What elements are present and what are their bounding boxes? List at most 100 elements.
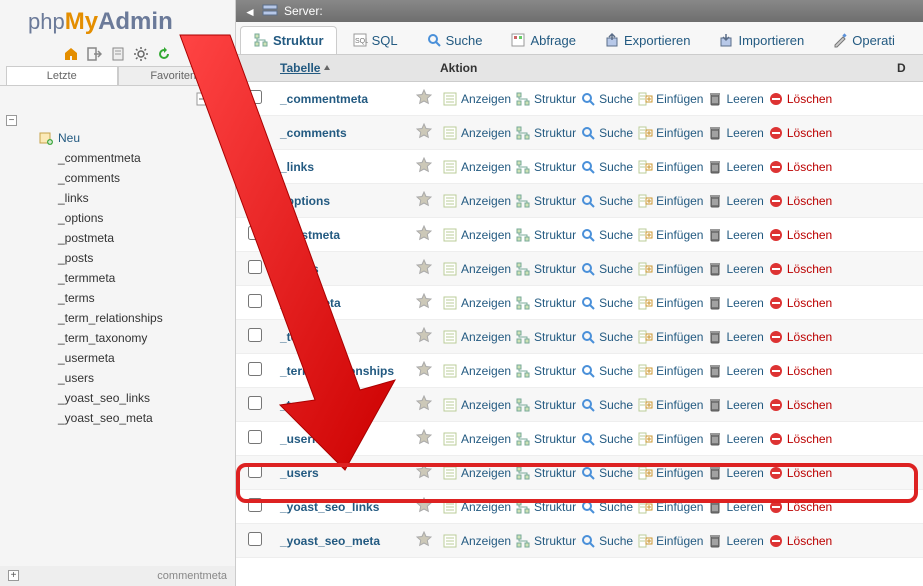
row-checkbox[interactable] <box>248 158 262 172</box>
row-checkbox[interactable] <box>248 294 262 308</box>
action-anzeigen[interactable]: Anzeigen <box>442 465 511 481</box>
favorite-star[interactable] <box>416 361 438 380</box>
action-struktur[interactable]: Struktur <box>515 329 576 345</box>
action-einfuegen[interactable]: Einfügen <box>637 125 703 141</box>
action-anzeigen[interactable]: Anzeigen <box>442 91 511 107</box>
favorite-star[interactable] <box>416 293 438 312</box>
action-leeren[interactable]: Leeren <box>707 397 763 413</box>
action-leeren[interactable]: Leeren <box>707 261 763 277</box>
tab-operati[interactable]: Operati <box>819 26 908 54</box>
favorite-star[interactable] <box>416 123 438 142</box>
row-checkbox[interactable] <box>248 430 262 444</box>
action-loeschen[interactable]: Löschen <box>768 261 832 277</box>
action-struktur[interactable]: Struktur <box>515 431 576 447</box>
action-anzeigen[interactable]: Anzeigen <box>442 329 511 345</box>
row-checkbox[interactable] <box>248 532 262 546</box>
action-leeren[interactable]: Leeren <box>707 465 763 481</box>
table-link[interactable]: _term_relationships <box>280 364 394 378</box>
action-suche[interactable]: Suche <box>580 533 633 549</box>
action-suche[interactable]: Suche <box>580 363 633 379</box>
action-loeschen[interactable]: Löschen <box>768 499 832 515</box>
action-suche[interactable]: Suche <box>580 159 633 175</box>
action-leeren[interactable]: Leeren <box>707 91 763 107</box>
table-link[interactable]: _termmeta <box>280 296 341 310</box>
action-einfuegen[interactable]: Einfügen <box>637 499 703 515</box>
action-struktur[interactable]: Struktur <box>515 465 576 481</box>
row-checkbox[interactable] <box>248 362 262 376</box>
action-anzeigen[interactable]: Anzeigen <box>442 125 511 141</box>
row-checkbox[interactable] <box>248 260 262 274</box>
tree-table-item[interactable]: _term_relationships <box>58 308 233 328</box>
table-link[interactable]: _commentmeta <box>280 92 368 106</box>
favorite-star[interactable] <box>416 531 438 550</box>
action-einfuegen[interactable]: Einfügen <box>637 227 703 243</box>
table-link[interactable]: _postmeta <box>280 228 340 242</box>
tree-table-item[interactable]: _links <box>58 188 233 208</box>
action-suche[interactable]: Suche <box>580 91 633 107</box>
action-struktur[interactable]: Struktur <box>515 363 576 379</box>
action-anzeigen[interactable]: Anzeigen <box>442 499 511 515</box>
action-leeren[interactable]: Leeren <box>707 431 763 447</box>
table-link[interactable]: _terms <box>280 330 319 344</box>
table-link[interactable]: _term_taxonomy <box>280 398 376 412</box>
action-loeschen[interactable]: Löschen <box>768 465 832 481</box>
tree-table-item[interactable]: _posts <box>58 248 233 268</box>
action-einfuegen[interactable]: Einfügen <box>637 91 703 107</box>
action-struktur[interactable]: Struktur <box>515 261 576 277</box>
tree-table-item[interactable]: _postmeta <box>58 228 233 248</box>
action-suche[interactable]: Suche <box>580 227 633 243</box>
tree-table-item[interactable]: _term_taxonomy <box>58 328 233 348</box>
tab-suche[interactable]: Suche <box>413 26 496 54</box>
row-checkbox[interactable] <box>248 192 262 206</box>
table-link[interactable]: _usermeta <box>280 432 340 446</box>
action-einfuegen[interactable]: Einfügen <box>637 533 703 549</box>
favorite-star[interactable] <box>416 89 438 108</box>
favorite-star[interactable] <box>416 395 438 414</box>
action-anzeigen[interactable]: Anzeigen <box>442 261 511 277</box>
action-leeren[interactable]: Leeren <box>707 193 763 209</box>
table-link[interactable]: _posts <box>280 262 319 276</box>
tree-table-item[interactable]: _comments <box>58 168 233 188</box>
action-suche[interactable]: Suche <box>580 397 633 413</box>
action-struktur[interactable]: Struktur <box>515 499 576 515</box>
action-struktur[interactable]: Struktur <box>515 227 576 243</box>
table-link[interactable]: _yoast_seo_meta <box>280 534 380 548</box>
row-checkbox[interactable] <box>248 90 262 104</box>
action-leeren[interactable]: Leeren <box>707 227 763 243</box>
action-leeren[interactable]: Leeren <box>707 329 763 345</box>
favorite-star[interactable] <box>416 191 438 210</box>
action-loeschen[interactable]: Löschen <box>768 159 832 175</box>
settings-icon[interactable] <box>133 46 149 62</box>
action-suche[interactable]: Suche <box>580 499 633 515</box>
action-einfuegen[interactable]: Einfügen <box>637 295 703 311</box>
action-anzeigen[interactable]: Anzeigen <box>442 397 511 413</box>
action-loeschen[interactable]: Löschen <box>768 193 832 209</box>
action-anzeigen[interactable]: Anzeigen <box>442 295 511 311</box>
tab-sql[interactable]: SQLSQL <box>339 26 411 54</box>
row-checkbox[interactable] <box>248 328 262 342</box>
tree-db-row[interactable]: − <box>2 113 233 128</box>
favorite-star[interactable] <box>416 463 438 482</box>
tree-table-item[interactable]: _terms <box>58 288 233 308</box>
action-struktur[interactable]: Struktur <box>515 125 576 141</box>
tab-struktur[interactable]: Struktur <box>240 26 337 54</box>
action-anzeigen[interactable]: Anzeigen <box>442 363 511 379</box>
table-link[interactable]: _options <box>280 194 330 208</box>
action-einfuegen[interactable]: Einfügen <box>637 431 703 447</box>
action-einfuegen[interactable]: Einfügen <box>637 261 703 277</box>
action-loeschen[interactable]: Löschen <box>768 329 832 345</box>
action-einfuegen[interactable]: Einfügen <box>637 397 703 413</box>
action-struktur[interactable]: Struktur <box>515 397 576 413</box>
action-anzeigen[interactable]: Anzeigen <box>442 193 511 209</box>
action-einfuegen[interactable]: Einfügen <box>637 159 703 175</box>
favorite-star[interactable] <box>416 429 438 448</box>
row-checkbox[interactable] <box>248 498 262 512</box>
action-suche[interactable]: Suche <box>580 431 633 447</box>
tree-table-item[interactable]: _yoast_seo_links <box>58 388 233 408</box>
row-checkbox[interactable] <box>248 124 262 138</box>
action-anzeigen[interactable]: Anzeigen <box>442 159 511 175</box>
tree-table-item[interactable]: _termmeta <box>58 268 233 288</box>
action-einfuegen[interactable]: Einfügen <box>637 363 703 379</box>
tree-table-item[interactable]: _yoast_seo_meta <box>58 408 233 428</box>
action-leeren[interactable]: Leeren <box>707 159 763 175</box>
